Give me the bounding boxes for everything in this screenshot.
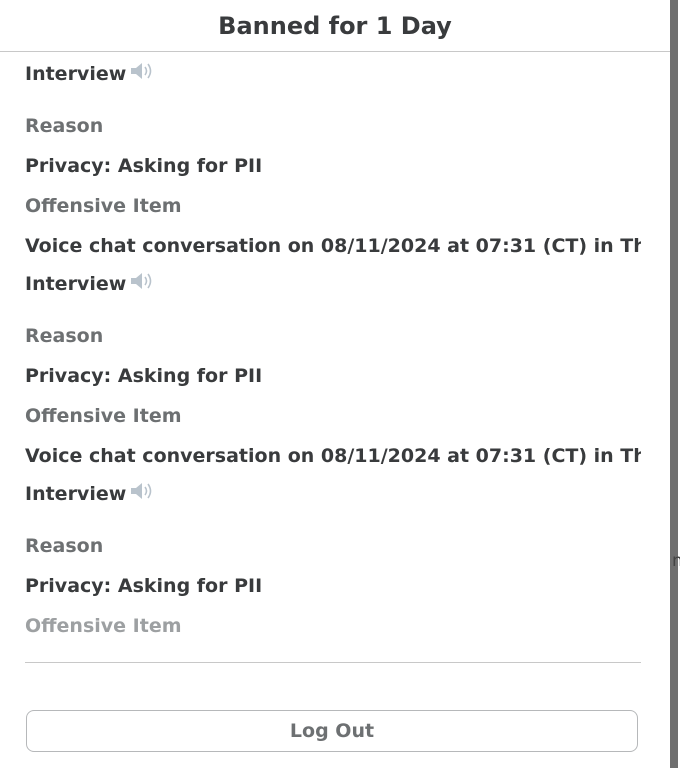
offensive-item-text-cont: Interview <box>25 270 156 297</box>
offensive-item-label: Offensive Item <box>25 615 182 637</box>
offensive-item-text: Interview <box>25 60 156 87</box>
scrollbar-thumb[interactable] <box>670 0 678 768</box>
reason-label: Reason <box>25 325 104 347</box>
dialog-title: Banned for 1 Day <box>218 11 452 40</box>
ban-details-scroll-area[interactable]: Interview Reason Privacy: Asking for PII… <box>25 52 641 638</box>
offensive-item-text: Voice chat conversation on 08/11/2024 at… <box>25 235 641 257</box>
reason-text: Privacy: Asking for PII <box>25 365 263 387</box>
reason-text: Privacy: Asking for PII <box>25 155 263 177</box>
ban-dialog: Banned for 1 Day Interview Reason Privac… <box>0 0 670 768</box>
reason-label: Reason <box>25 115 104 137</box>
dialog-header: Banned for 1 Day <box>0 0 670 52</box>
footer-divider <box>25 662 641 663</box>
offensive-item-label: Offensive Item <box>25 195 182 217</box>
speaker-icon <box>130 60 156 87</box>
offensive-item-text-cont: Interview <box>25 480 156 507</box>
speaker-icon <box>130 270 156 297</box>
speaker-icon <box>130 480 156 507</box>
offensive-item-text: Voice chat conversation on 08/11/2024 at… <box>25 445 641 467</box>
reason-label: Reason <box>25 535 104 557</box>
reason-text: Privacy: Asking for PII <box>25 575 263 597</box>
background-text-peek: ne <box>672 551 680 571</box>
log-out-button[interactable]: Log Out <box>26 710 638 752</box>
offensive-item-label: Offensive Item <box>25 405 182 427</box>
